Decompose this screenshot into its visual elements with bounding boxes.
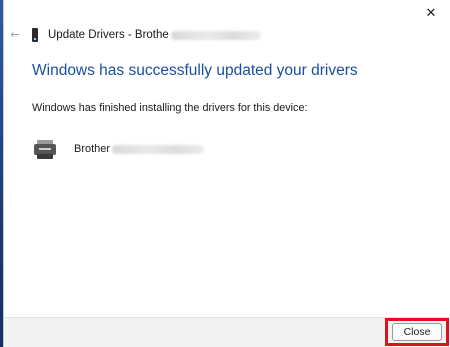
device-name: Brother: [74, 143, 111, 155]
install-message: Windows has finished installing the driv…: [32, 102, 308, 114]
title-bar: Update Drivers - Brothe: [30, 27, 261, 43]
update-drivers-dialog: ✕ ← Update Drivers - Brothe Windows has …: [3, 0, 450, 347]
redacted-device-model: [112, 144, 205, 154]
redacted-model-name: [170, 30, 261, 40]
device-icon: [30, 28, 40, 42]
close-button[interactable]: Close: [392, 323, 442, 341]
success-headline: Windows has successfully updated your dr…: [32, 62, 358, 79]
close-icon[interactable]: ✕: [420, 4, 442, 22]
printer-icon: [34, 138, 56, 160]
device-entry: Brother: [34, 136, 205, 162]
back-arrow-icon[interactable]: ←: [8, 27, 22, 41]
dialog-title: Update Drivers - Brothe: [48, 29, 169, 41]
dialog-footer: Close: [4, 317, 450, 347]
